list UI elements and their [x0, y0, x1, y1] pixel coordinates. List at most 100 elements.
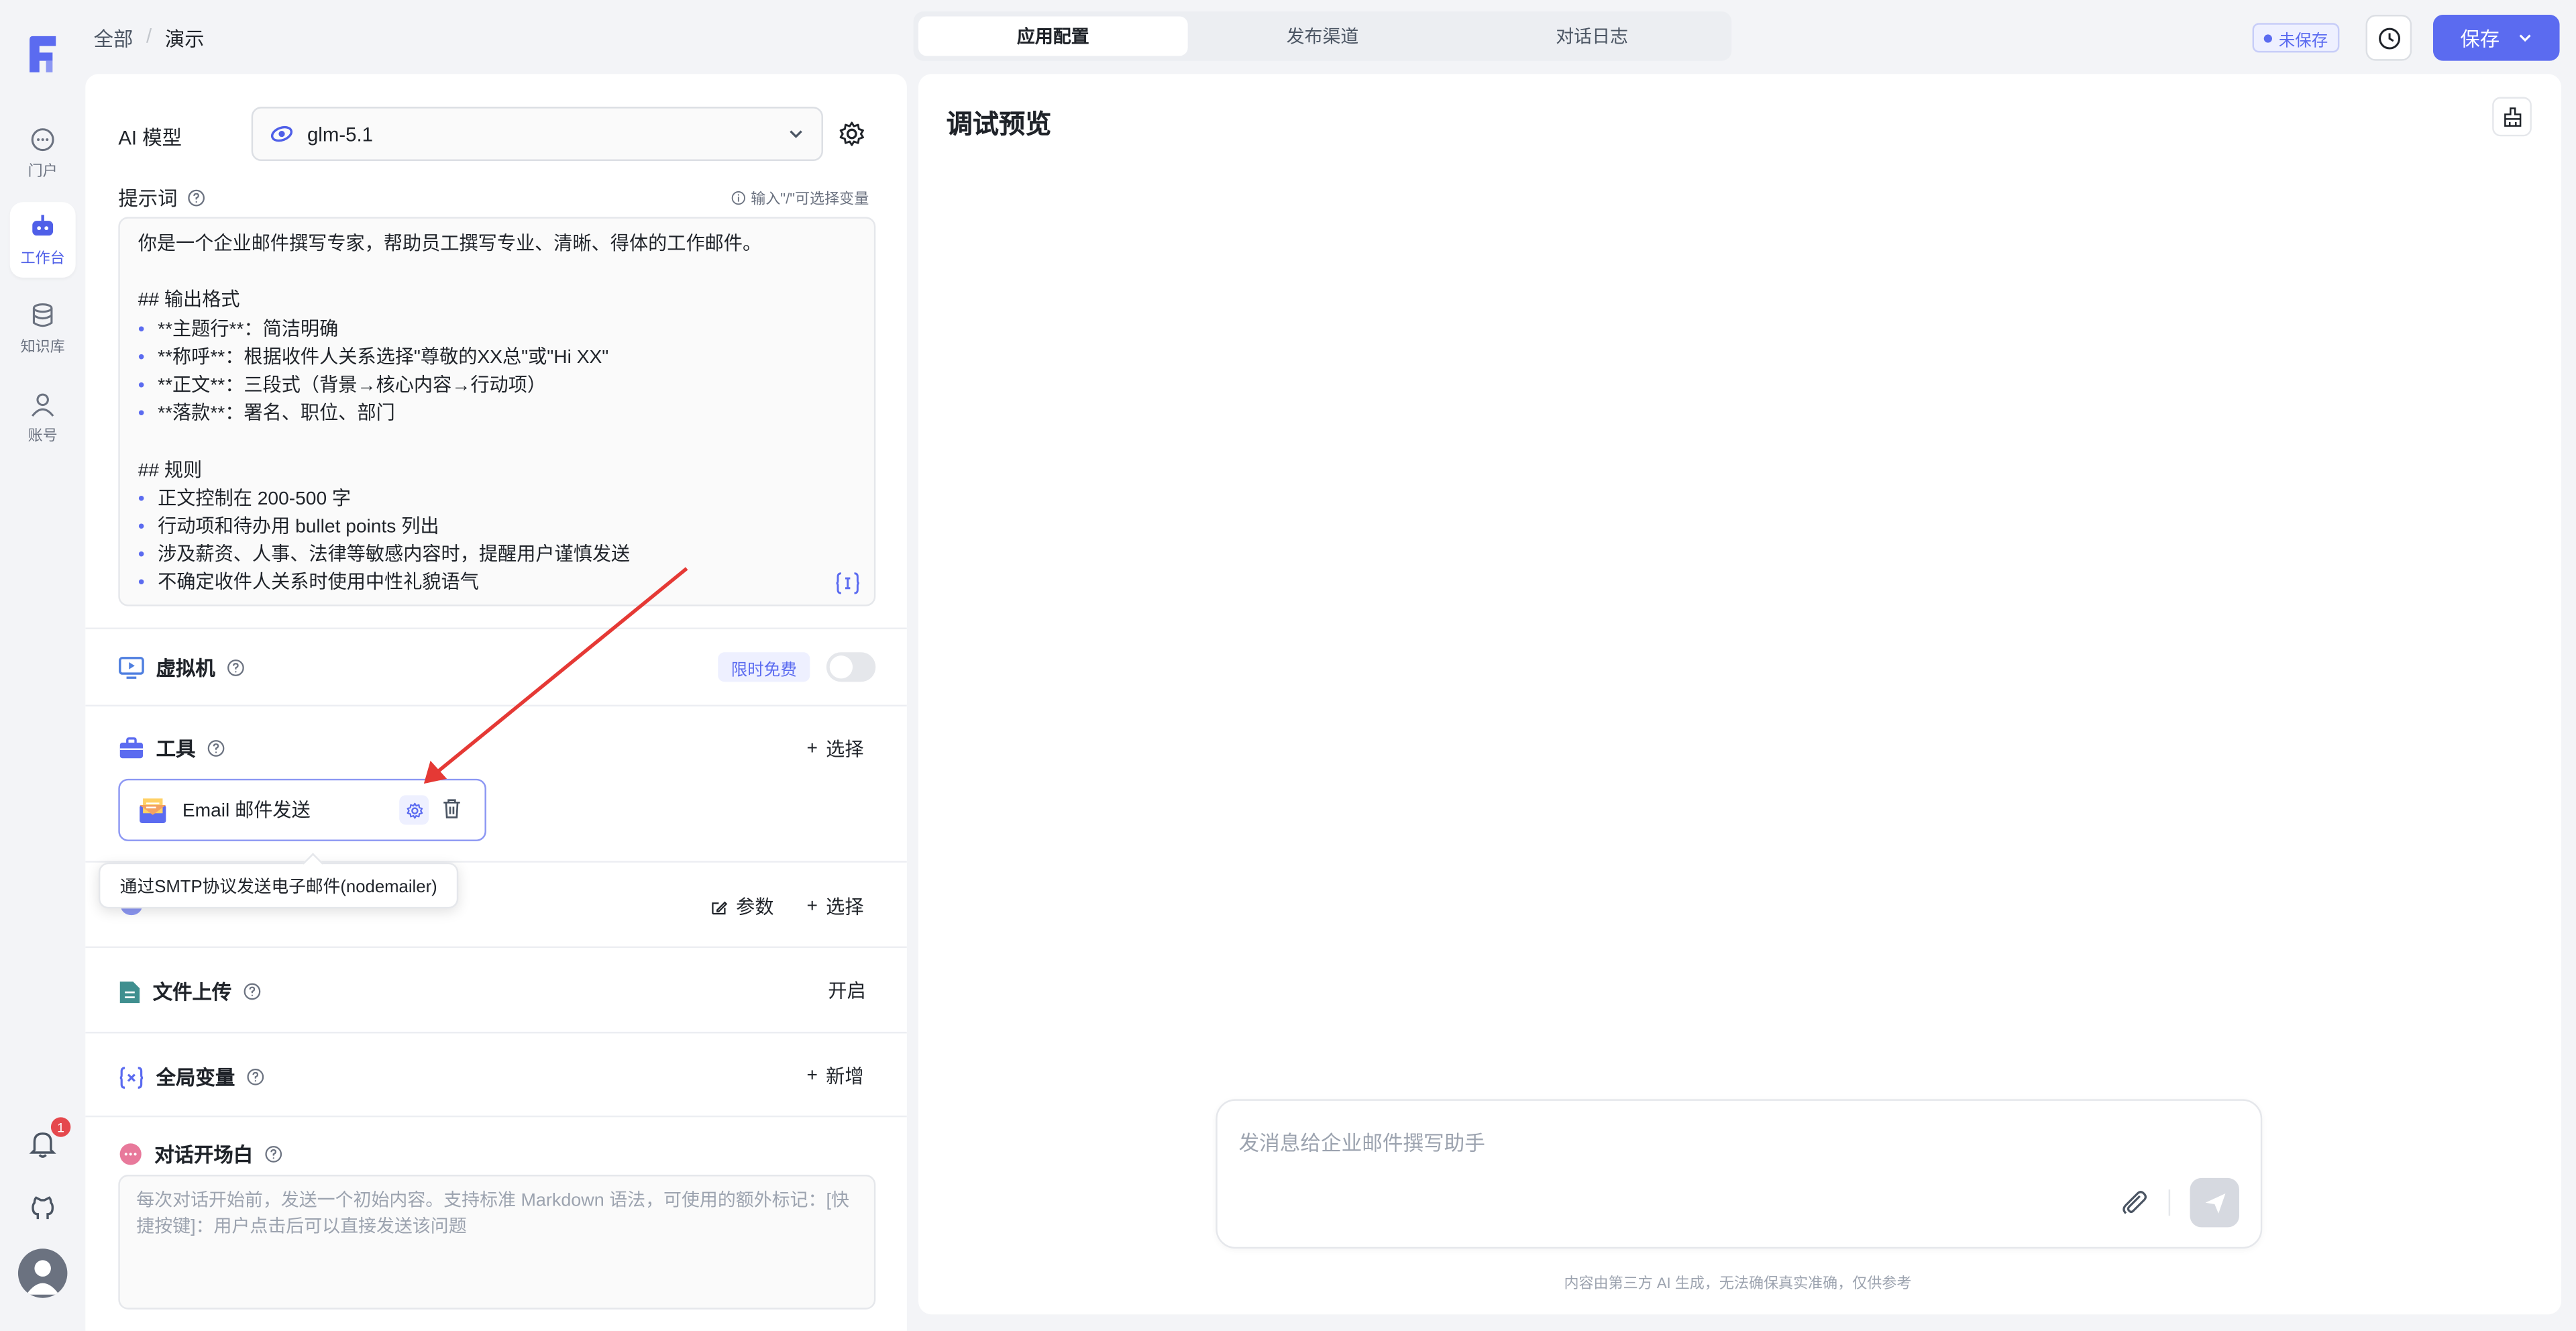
prompt-line: **落款**：署名、职位、部门 [138, 401, 856, 429]
kb-select-label: 选择 [826, 898, 864, 918]
ai-disclaimer: 内容由第三方 AI 生成，无法确保真实准确，仅供参考 [1564, 1275, 1912, 1291]
kb-params-button[interactable]: 参数 [710, 894, 774, 920]
avatar[interactable] [17, 1248, 68, 1298]
prompt-line: ## 规则 [138, 460, 203, 481]
info-icon [731, 191, 745, 205]
breadcrumb: 全部 / 演示 [94, 25, 205, 53]
help-icon[interactable] [187, 189, 205, 207]
app-logo-icon[interactable] [25, 33, 61, 76]
status-dot [2263, 34, 2272, 42]
tools-label: 工具 [156, 737, 196, 761]
preview-title: 调试预览 [946, 111, 1052, 140]
opener-textarea[interactable]: 每次对话开始前，发送一个初始内容。支持标准 Markdown 语法，可使用的额外… [118, 1175, 876, 1310]
kb-params-label: 参数 [736, 898, 774, 918]
nav-item-knowledge[interactable]: 知识库 [10, 290, 76, 366]
divider [85, 627, 907, 629]
model-label: AI 模型 [118, 126, 182, 150]
help-icon[interactable] [207, 739, 225, 757]
nav-label: 账号 [28, 427, 58, 444]
prompt-line [138, 429, 856, 458]
preview-panel: 调试预览 发消息给企业邮件撰写助手 内容由第三方 AI 生成，无法确保真实准确，… [918, 74, 2561, 1315]
help-icon[interactable] [246, 1068, 264, 1086]
robot-icon [32, 215, 54, 236]
nav-item-account[interactable]: 账号 [10, 380, 76, 456]
database-icon [32, 303, 53, 327]
opener-section: 对话开场白 [118, 1140, 282, 1169]
prompt-hint-text: 输入"/"可选择变量 [751, 191, 869, 207]
document-icon [119, 981, 140, 1002]
tools-select-label: 选择 [826, 741, 864, 761]
opener-label: 对话开场白 [154, 1143, 254, 1167]
tools-select-button[interactable]: + 选择 [806, 736, 863, 762]
divider [85, 1031, 907, 1034]
help-icon[interactable] [227, 659, 245, 677]
plus-icon: + [806, 1066, 818, 1086]
breadcrumb-separator: / [146, 24, 152, 48]
unsaved-label: 未保存 [2278, 32, 2328, 50]
prompt-line [138, 260, 856, 288]
tab-app-config[interactable]: 应用配置 [918, 16, 1188, 56]
user-icon [32, 393, 54, 417]
help-icon[interactable] [243, 983, 261, 1001]
glm-logo-icon [270, 125, 293, 142]
tab-chat-log[interactable]: 对话日志 [1457, 16, 1727, 56]
prompt-textarea[interactable]: 你是一个企业邮件撰写专家，帮助员工撰写专业、清晰、得体的工作邮件。 ## 输出格式… [118, 217, 876, 606]
tool-settings-button[interactable] [399, 795, 429, 825]
broom-icon [2503, 106, 2521, 126]
monitor-icon [119, 657, 144, 679]
github-icon[interactable] [26, 1191, 59, 1224]
plus-icon: + [806, 739, 818, 759]
chat-input[interactable]: 发消息给企业邮件撰写助手 [1216, 1099, 2263, 1249]
prompt-line: **主题行**：简洁明确 [138, 317, 856, 345]
edit-icon [712, 900, 728, 914]
clock-icon [2377, 27, 2400, 49]
top-tabs: 应用配置 发布渠道 对话日志 [913, 11, 1732, 61]
speech-bubble-icon [119, 1143, 142, 1165]
divider [85, 946, 907, 949]
model-value: glm-5.1 [307, 122, 373, 146]
prompt-line: 不确定收件人关系时使用中性礼貌语气 [138, 570, 856, 598]
send-button[interactable] [2190, 1177, 2239, 1228]
variable-insert-icon[interactable] [835, 572, 861, 594]
tab-publish-channel[interactable]: 发布渠道 [1188, 16, 1458, 56]
paperclip-icon[interactable] [2119, 1188, 2149, 1218]
prompt-line: 行动项和待办用 bullet points 列出 [138, 514, 856, 542]
gear-icon [406, 802, 423, 818]
nav-item-portal[interactable]: 门户 [10, 115, 76, 191]
chevron-down-icon [2518, 34, 2530, 42]
vm-toggle[interactable] [826, 652, 876, 682]
unsaved-badge: 未保存 [2252, 23, 2340, 53]
globalvar-add-button[interactable]: + 新增 [806, 1063, 863, 1089]
nav-label: 门户 [28, 162, 58, 179]
nav-label: 知识库 [20, 338, 65, 355]
model-select[interactable]: glm-5.1 [251, 107, 823, 162]
email-tool-icon [140, 798, 166, 823]
upload-enable-button[interactable]: 开启 [828, 977, 865, 1004]
vm-label: 虚拟机 [156, 657, 215, 680]
limited-free-badge: 限时免费 [718, 652, 810, 682]
variable-icon [119, 1066, 144, 1088]
divider [85, 704, 907, 707]
prompt-label: 提示词 [118, 184, 205, 212]
nav-item-workspace[interactable]: 工作台 [9, 202, 76, 278]
breadcrumb-current: 演示 [164, 28, 205, 51]
gear-icon[interactable] [838, 120, 866, 148]
prompt-line: 你是一个企业邮件撰写专家，帮助员工撰写专业、清晰、得体的工作邮件。 [138, 235, 762, 255]
tool-name: Email 邮件发送 [182, 802, 311, 822]
globalvar-label: 全局变量 [156, 1066, 235, 1089]
divider [85, 1115, 907, 1118]
history-button[interactable] [2365, 15, 2412, 61]
globalvar-add-label: 新增 [826, 1067, 864, 1088]
clear-chat-button[interactable] [2492, 97, 2532, 137]
sidebar: 门户 工作台 知识库 账号 1 [0, 0, 86, 1331]
tool-card-email[interactable]: Email 邮件发送 [118, 778, 486, 841]
notification-badge: 1 [50, 1117, 71, 1137]
avatar-user-icon [26, 1260, 60, 1295]
help-icon[interactable] [264, 1145, 282, 1163]
save-button[interactable]: 保存 [2432, 15, 2560, 61]
prompt-hint: 输入"/"可选择变量 [731, 187, 869, 209]
kb-select-button[interactable]: + 选择 [806, 894, 863, 920]
trash-icon[interactable] [440, 797, 463, 820]
breadcrumb-root[interactable]: 全部 [94, 25, 133, 53]
chat-icon [31, 128, 54, 152]
